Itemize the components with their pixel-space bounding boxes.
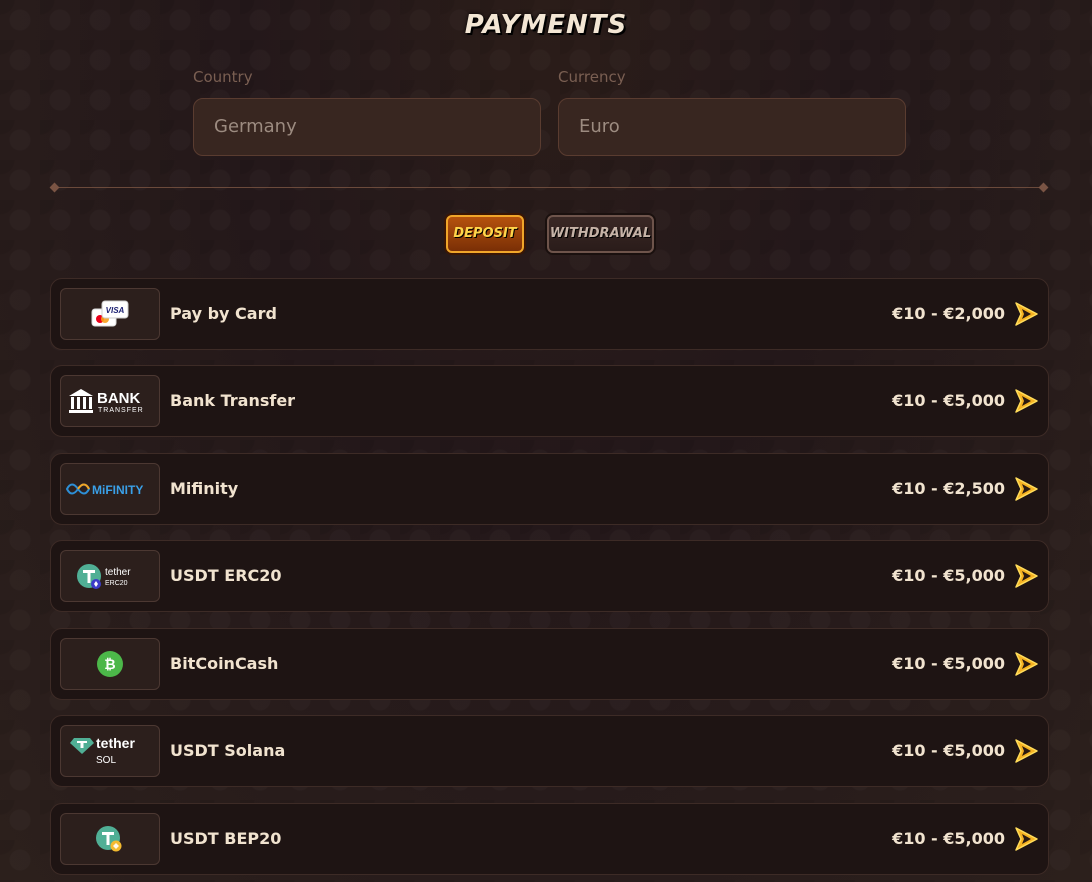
payment-method-row[interactable]: BANK TRANSFER Bank Transfer €10 - €5,000 — [50, 365, 1049, 437]
method-range: €10 - €5,000 — [892, 391, 1005, 410]
bank-transfer-logo-icon: BANK TRANSFER — [60, 375, 160, 427]
tab-withdrawal[interactable]: WITHDRAWAL — [547, 215, 654, 253]
tether-bep20-logo-icon — [60, 813, 160, 865]
tether-erc20-logo-icon: tether ERC20 — [60, 550, 160, 602]
tab-deposit[interactable]: DEPOSIT — [446, 215, 524, 253]
method-name: Bank Transfer — [170, 391, 296, 410]
play-arrow-icon[interactable] — [1013, 563, 1039, 589]
currency-select[interactable]: Euro — [558, 98, 906, 156]
play-arrow-icon[interactable] — [1013, 476, 1039, 502]
play-arrow-icon[interactable] — [1013, 388, 1039, 414]
bank-text: BANK — [97, 390, 140, 407]
divider-ornament-right — [1038, 182, 1049, 193]
method-name: USDT ERC20 — [170, 566, 282, 585]
payment-method-row[interactable]: tether ERC20 USDT ERC20 €10 - €5,000 — [50, 540, 1049, 612]
method-range: €10 - €5,000 — [892, 741, 1005, 760]
method-range: €10 - €5,000 — [892, 829, 1005, 848]
divider — [54, 187, 1044, 188]
tether-text: tether — [96, 735, 135, 751]
method-name: BitCoinCash — [170, 654, 279, 673]
payment-method-row[interactable]: ₿ BitCoinCash €10 - €5,000 — [50, 628, 1049, 700]
transfer-text: TRANSFER — [98, 407, 144, 414]
payment-method-row[interactable]: MiFINITY Mifinity €10 - €2,500 — [50, 453, 1049, 525]
sol-text: SOL — [96, 755, 116, 766]
currency-label: Currency — [558, 68, 626, 86]
country-label: Country — [193, 68, 253, 86]
bitcoincash-logo-icon: ₿ — [60, 638, 160, 690]
payment-method-row[interactable]: tether SOL USDT Solana €10 - €5,000 — [50, 715, 1049, 787]
mifinity-text: MiFINITY — [92, 483, 143, 497]
svg-text:₿: ₿ — [104, 657, 115, 673]
method-range: €10 - €5,000 — [892, 654, 1005, 673]
play-arrow-icon[interactable] — [1013, 826, 1039, 852]
method-name: USDT BEP20 — [170, 829, 282, 848]
method-name: Mifinity — [170, 479, 239, 498]
play-arrow-icon[interactable] — [1013, 651, 1039, 677]
card-logo-icon: VISA — [60, 288, 160, 340]
mifinity-logo-icon: MiFINITY — [60, 463, 160, 515]
play-arrow-icon[interactable] — [1013, 738, 1039, 764]
method-range: €10 - €2,500 — [892, 479, 1005, 498]
method-range: €10 - €2,000 — [892, 304, 1005, 323]
payment-method-row[interactable]: VISA Pay by Card €10 - €2,000 — [50, 278, 1049, 350]
payment-method-row[interactable]: USDT BEP20 €10 - €5,000 — [50, 803, 1049, 875]
method-range: €10 - €5,000 — [892, 566, 1005, 585]
play-arrow-icon[interactable] — [1013, 301, 1039, 327]
divider-ornament-left — [49, 182, 60, 193]
method-name: Pay by Card — [170, 304, 277, 323]
erc20-text: ERC20 — [105, 580, 128, 587]
method-name: USDT Solana — [170, 741, 286, 760]
visa-text: VISA — [106, 306, 125, 315]
tether-text: tether — [105, 567, 131, 578]
tether-sol-logo-icon: tether SOL — [60, 725, 160, 777]
country-select[interactable]: Germany — [193, 98, 541, 156]
page-title: PAYMENTS — [464, 10, 628, 40]
